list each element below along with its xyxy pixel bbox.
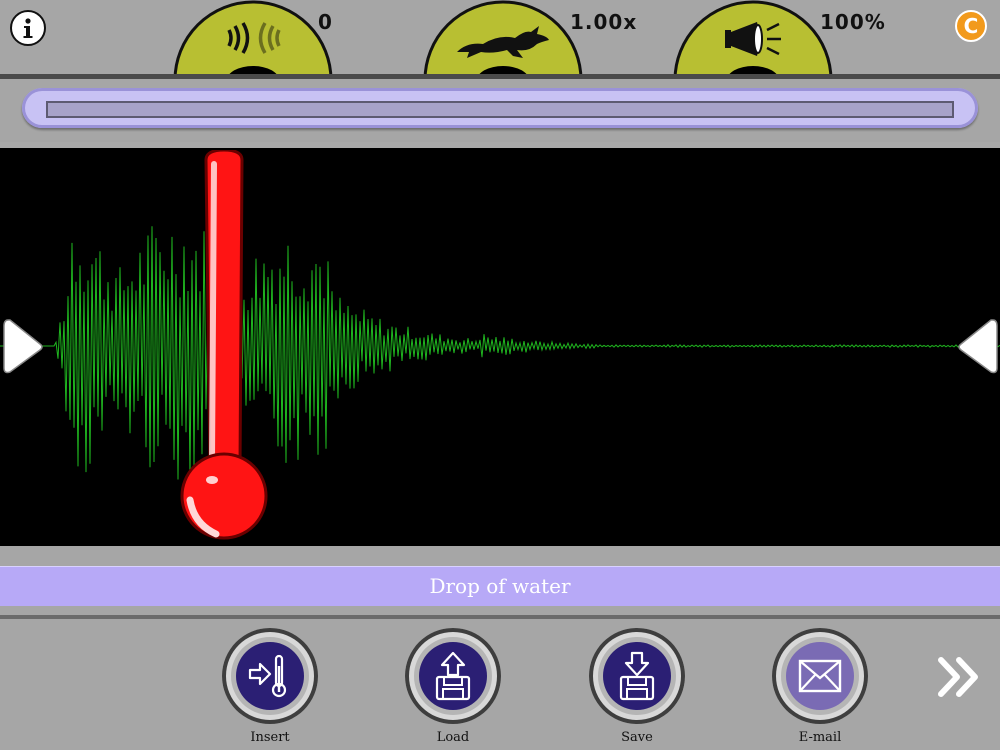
waveform	[0, 226, 1000, 480]
pitch-value: 0	[318, 10, 333, 34]
volume-dial[interactable]	[673, 0, 833, 80]
info-icon[interactable]	[10, 10, 46, 46]
playback-progress-track[interactable]	[46, 101, 954, 118]
load-floppy-icon	[435, 651, 471, 701]
loudspeaker-icon	[721, 18, 785, 60]
waveform-view[interactable]	[0, 148, 1000, 546]
save-label: Save	[621, 730, 653, 745]
email-button[interactable]	[772, 628, 868, 724]
save-floppy-icon	[619, 651, 655, 701]
double-chevron-right-icon[interactable]	[935, 652, 985, 702]
credits-label: C	[963, 14, 979, 38]
sound-name[interactable]: Drop of water	[0, 566, 1000, 606]
envelope-icon	[798, 659, 842, 693]
running-rabbit-icon	[453, 22, 553, 60]
sound-waves-icon	[215, 20, 289, 56]
pitch-dial[interactable]	[173, 0, 333, 80]
left-marker-handle[interactable]	[2, 316, 46, 382]
insert-button[interactable]	[222, 628, 318, 724]
waveform-trace	[0, 226, 1000, 480]
speed-dial[interactable]	[423, 0, 583, 80]
volume-value: 100%	[820, 10, 886, 34]
divider	[0, 615, 1000, 619]
load-button[interactable]	[405, 628, 501, 724]
thermometer-icon[interactable]	[176, 148, 276, 546]
label-band	[0, 546, 1000, 566]
insert-label: Insert	[250, 730, 290, 745]
email-label: E-mail	[798, 730, 842, 745]
save-button[interactable]	[589, 628, 685, 724]
speed-value: 1.00x	[570, 10, 638, 34]
insert-thermometer-icon	[248, 654, 287, 698]
credits-icon[interactable]: C	[955, 10, 987, 42]
right-marker-handle[interactable]	[955, 316, 999, 382]
load-label: Load	[436, 730, 470, 745]
